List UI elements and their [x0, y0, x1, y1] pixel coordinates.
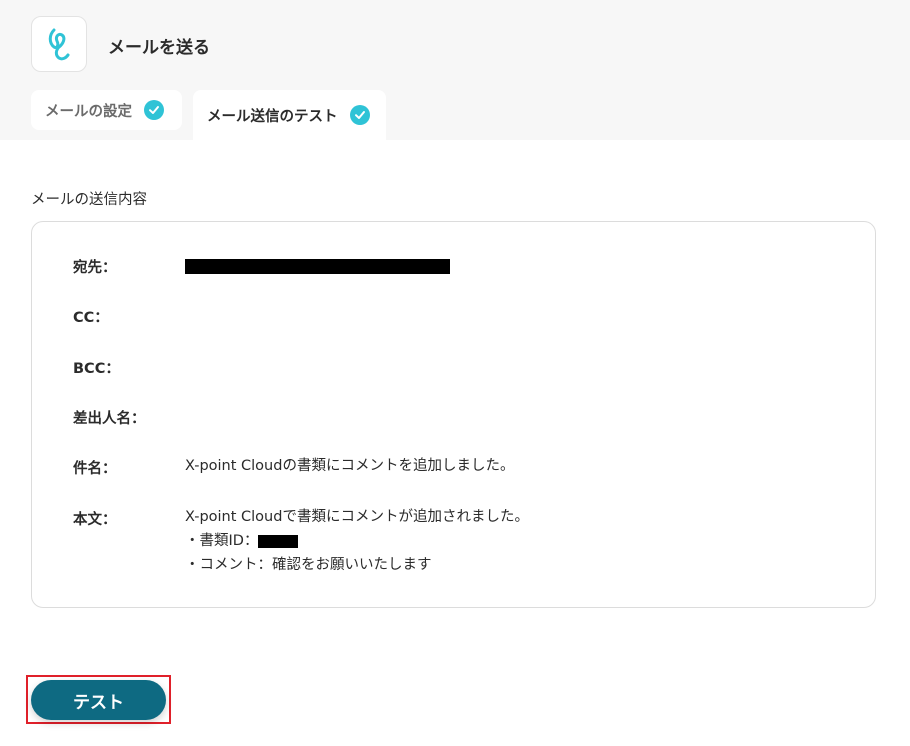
app-icon: [31, 16, 87, 72]
subject-label: 件名：: [73, 461, 117, 477]
sender-label: 差出人名：: [73, 411, 146, 427]
header: メールを送る メールの設定 メール送信のテスト: [0, 0, 910, 140]
tab-label: メールの設定: [45, 103, 132, 120]
subject-value: X-point Cloudの書類にコメントを追加しました。: [185, 458, 515, 474]
bcc-label: BCC：: [73, 361, 120, 377]
body-value: X-point Cloudで書類にコメントが追加されました。 ・書類ID： ・コ…: [185, 505, 529, 577]
mail-content-card: 宛先： CC： BCC： 差出人名： 件名： X-point Cloudの書類に…: [31, 221, 876, 608]
body-line: ・コメント：確認をお願いいたします: [185, 557, 432, 573]
body-line-prefix: ・書類ID：: [185, 533, 259, 549]
tab-mail-settings[interactable]: メールの設定: [31, 90, 182, 130]
redacted-block: [258, 534, 299, 548]
redacted-block: [185, 258, 450, 274]
body-label: 本文：: [73, 512, 117, 528]
to-value: [185, 254, 450, 278]
page-title: メールを送る: [108, 38, 210, 58]
tab-label: メール送信のテスト: [207, 108, 338, 125]
tab-mail-test[interactable]: メール送信のテスト: [193, 90, 386, 140]
body-line: ・書類ID：: [185, 529, 529, 553]
yoom-logo-icon: [48, 28, 70, 61]
cc-label: CC：: [73, 310, 109, 326]
check-icon: [144, 100, 164, 120]
test-button[interactable]: テスト: [31, 680, 166, 720]
body-line: X-point Cloudで書類にコメントが追加されました。: [185, 509, 529, 525]
check-icon: [349, 105, 370, 125]
section-title: メールの送信内容: [31, 192, 147, 208]
to-label: 宛先：: [73, 260, 117, 276]
